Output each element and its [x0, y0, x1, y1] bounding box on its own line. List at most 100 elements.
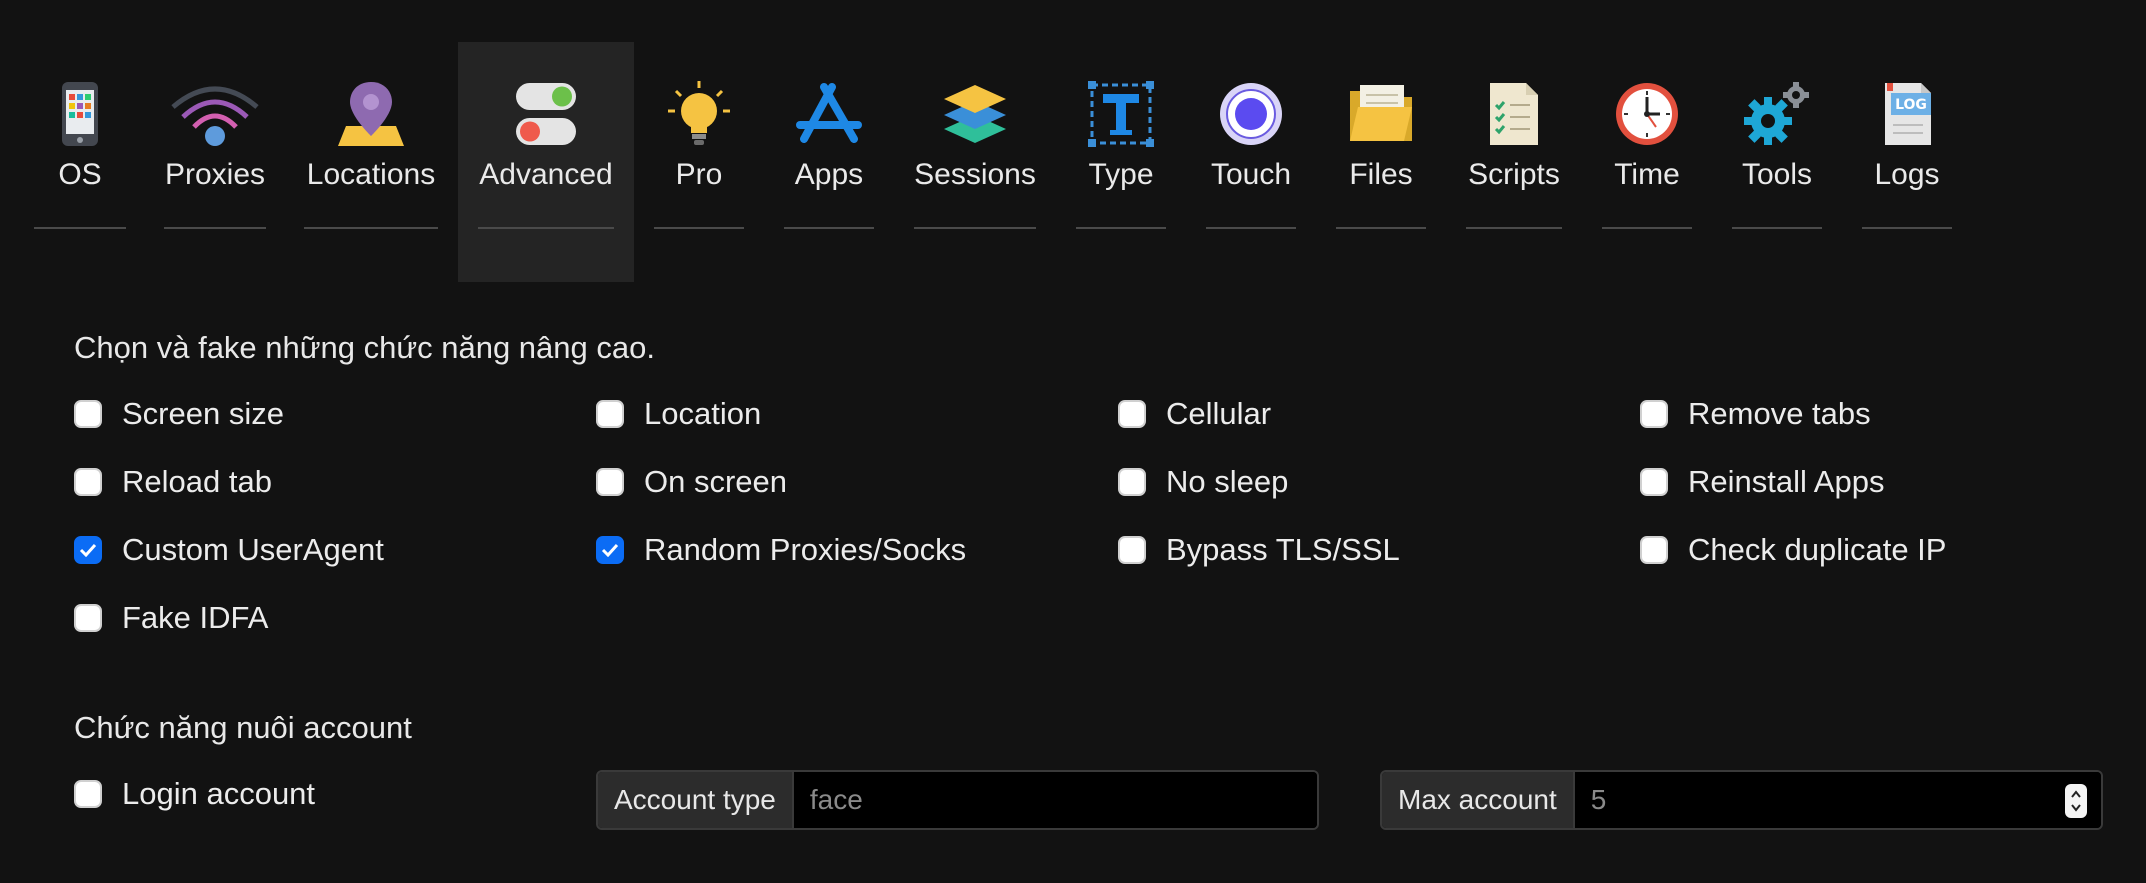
tab-underline [164, 227, 266, 229]
tab-underline [1862, 227, 1952, 229]
log-file-icon: LOG [1862, 74, 1952, 154]
account-type-group: Account type face [596, 770, 1319, 830]
checkbox[interactable] [1640, 536, 1668, 564]
option-label: Bypass TLS/SSL [1166, 532, 1400, 567]
checkbox[interactable] [596, 468, 624, 496]
tab-label: Time [1614, 158, 1680, 191]
tab-files[interactable]: Files [1336, 42, 1426, 282]
folder-icon [1336, 74, 1426, 154]
account-type-label: Account type [598, 772, 794, 828]
tab-label: OS [58, 158, 102, 191]
tab-underline [1466, 227, 1562, 229]
tab-apps[interactable]: Apps [784, 42, 874, 282]
tab-logs[interactable]: LOG Logs [1862, 42, 1952, 282]
option-label: Remove tabs [1688, 396, 1871, 431]
option-label: Custom UserAgent [122, 532, 384, 567]
tab-label: Sessions [914, 158, 1036, 191]
checkbox[interactable] [1640, 468, 1668, 496]
max-account-label: Max account [1382, 772, 1575, 828]
tab-scripts[interactable]: Scripts [1466, 42, 1562, 282]
option-reload-tab[interactable]: Reload tab [74, 462, 272, 502]
number-stepper[interactable] [2065, 784, 2087, 818]
stepper-arrows-icon [2071, 790, 2081, 812]
gears-icon [1732, 74, 1822, 154]
advanced-intro-text: Chọn và fake những chức năng nâng cao. [74, 330, 655, 365]
option-custom-useragent[interactable]: Custom UserAgent [74, 530, 384, 570]
text-type-icon [1076, 74, 1166, 154]
option-label: Location [644, 396, 762, 431]
checkbox[interactable] [74, 468, 102, 496]
map-pin-icon [304, 74, 438, 154]
option-check-duplicate-ip[interactable]: Check duplicate IP [1640, 530, 1946, 570]
option-label: Check duplicate IP [1688, 532, 1947, 567]
tab-touch[interactable]: Touch [1206, 42, 1296, 282]
checkbox[interactable] [74, 604, 102, 632]
account-section-title: Chức năng nuôi account [74, 710, 412, 745]
tab-label: Proxies [164, 158, 266, 191]
tab-sessions[interactable]: Sessions [914, 42, 1036, 282]
tab-label: Tools [1741, 158, 1813, 191]
option-label: Screen size [122, 396, 284, 431]
tab-tools[interactable]: Tools [1732, 42, 1822, 282]
checkbox[interactable] [1118, 400, 1146, 428]
tab-advanced[interactable]: Advanced [458, 42, 634, 282]
app-store-icon [784, 74, 874, 154]
tab-label: Type [1088, 158, 1154, 191]
option-random-proxies[interactable]: Random Proxies/Socks [596, 530, 966, 570]
checkbox[interactable] [74, 780, 102, 808]
checkbox-checked[interactable] [74, 536, 102, 564]
option-label: Random Proxies/Socks [644, 532, 967, 567]
toolbar: OS Proxies Locations Advanced Pro Apps S… [0, 42, 2146, 282]
checkbox[interactable] [1118, 468, 1146, 496]
option-label: Cellular [1166, 396, 1272, 431]
lightbulb-icon [654, 74, 744, 154]
tab-label: Pro [675, 158, 723, 191]
touch-target-icon [1206, 74, 1296, 154]
checkbox[interactable] [1640, 400, 1668, 428]
tab-locations[interactable]: Locations [304, 42, 438, 282]
tab-label: Files [1349, 158, 1413, 191]
tab-label: Locations [306, 158, 436, 191]
option-fake-idfa[interactable]: Fake IDFA [74, 598, 268, 638]
checkbox-checked[interactable] [596, 536, 624, 564]
tab-underline [304, 227, 438, 229]
tab-pro[interactable]: Pro [654, 42, 744, 282]
option-on-screen[interactable]: On screen [596, 462, 787, 502]
option-remove-tabs[interactable]: Remove tabs [1640, 394, 1871, 434]
option-screen-size[interactable]: Screen size [74, 394, 284, 434]
option-bypass-tls[interactable]: Bypass TLS/SSL [1118, 530, 1400, 570]
max-account-group: Max account 5 [1380, 770, 2103, 830]
checkbox[interactable] [596, 400, 624, 428]
tab-time[interactable]: Time [1602, 42, 1692, 282]
tab-underline [478, 227, 614, 229]
option-reinstall-apps[interactable]: Reinstall Apps [1640, 462, 1884, 502]
max-account-value: 5 [1590, 784, 1607, 815]
tab-os[interactable]: OS [34, 42, 126, 282]
option-cellular[interactable]: Cellular [1118, 394, 1271, 434]
checkmark-icon [601, 543, 619, 557]
tab-type[interactable]: Type [1076, 42, 1166, 282]
option-label: Login account [122, 776, 316, 811]
checkbox[interactable] [1118, 536, 1146, 564]
toggle-switches-icon [458, 74, 634, 154]
option-location[interactable]: Location [596, 394, 761, 434]
tab-underline [34, 227, 126, 229]
account-type-input[interactable]: face [793, 772, 1317, 828]
phone-icon [34, 74, 126, 154]
tab-underline [1076, 227, 1166, 229]
option-no-sleep[interactable]: No sleep [1118, 462, 1288, 502]
max-account-input[interactable]: 5 [1574, 772, 2101, 828]
tab-underline [914, 227, 1036, 229]
tab-underline [1206, 227, 1296, 229]
tab-label: Apps [794, 158, 864, 191]
tab-underline [1602, 227, 1692, 229]
svg-text:LOG: LOG [1895, 97, 1927, 113]
checkbox[interactable] [74, 400, 102, 428]
option-label: Reinstall Apps [1688, 464, 1885, 499]
option-label: No sleep [1166, 464, 1289, 499]
option-login-account[interactable]: Login account [74, 774, 315, 814]
option-label: Reload tab [122, 464, 272, 499]
tab-proxies[interactable]: Proxies [164, 42, 266, 282]
clock-icon [1602, 74, 1692, 154]
wifi-icon [164, 74, 266, 154]
